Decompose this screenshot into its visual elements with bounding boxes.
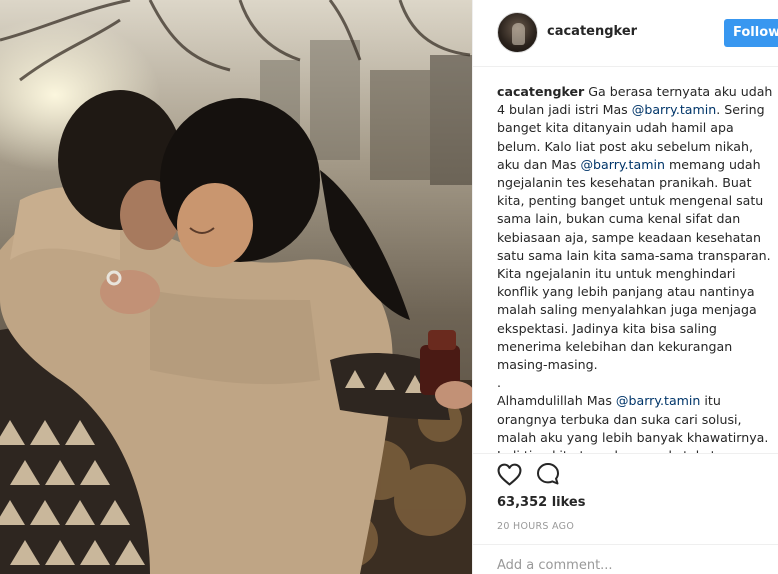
caption-paragraph: cacatengker Ga berasa ternyata aku udah …: [497, 83, 778, 374]
post-header: cacatengker Follow: [473, 0, 778, 67]
follow-button[interactable]: Follow: [724, 19, 778, 47]
caption-text: memang udah ngejalanin tes kesehatan pra…: [497, 156, 771, 373]
post-photo[interactable]: [0, 0, 472, 574]
caption-text: Alhamdulillah Mas: [497, 393, 616, 409]
comment-box: [473, 544, 778, 574]
mention-link[interactable]: @barry.tamin: [616, 393, 701, 408]
mention-link[interactable]: @barry.tamin: [632, 102, 717, 117]
post-timestamp[interactable]: 20 hours ago: [497, 521, 574, 532]
caption-dot: .: [497, 375, 502, 391]
speech-bubble-icon[interactable]: [536, 462, 560, 486]
caption-username[interactable]: cacatengker: [497, 84, 584, 99]
comment-input[interactable]: [497, 555, 767, 574]
mention-link[interactable]: @barry.tamin: [580, 157, 665, 172]
photo-illustration: [0, 0, 472, 574]
post-actions: 63,352 likes 20 hours ago: [473, 453, 778, 574]
caption-paragraph-2: Alhamdulillah Mas @barry.tamin itu orang…: [497, 392, 778, 453]
header-username[interactable]: cacatengker: [547, 24, 637, 39]
caption: cacatengker Ga berasa ternyata aku udah …: [497, 83, 778, 453]
post-sidebar: cacatengker Follow cacatengker Ga berasa…: [472, 0, 778, 574]
likes-count[interactable]: 63,352 likes: [497, 495, 585, 510]
avatar[interactable]: [497, 12, 538, 53]
caption-area[interactable]: cacatengker Ga berasa ternyata aku udah …: [497, 83, 778, 453]
heart-outline-icon[interactable]: [497, 463, 522, 486]
